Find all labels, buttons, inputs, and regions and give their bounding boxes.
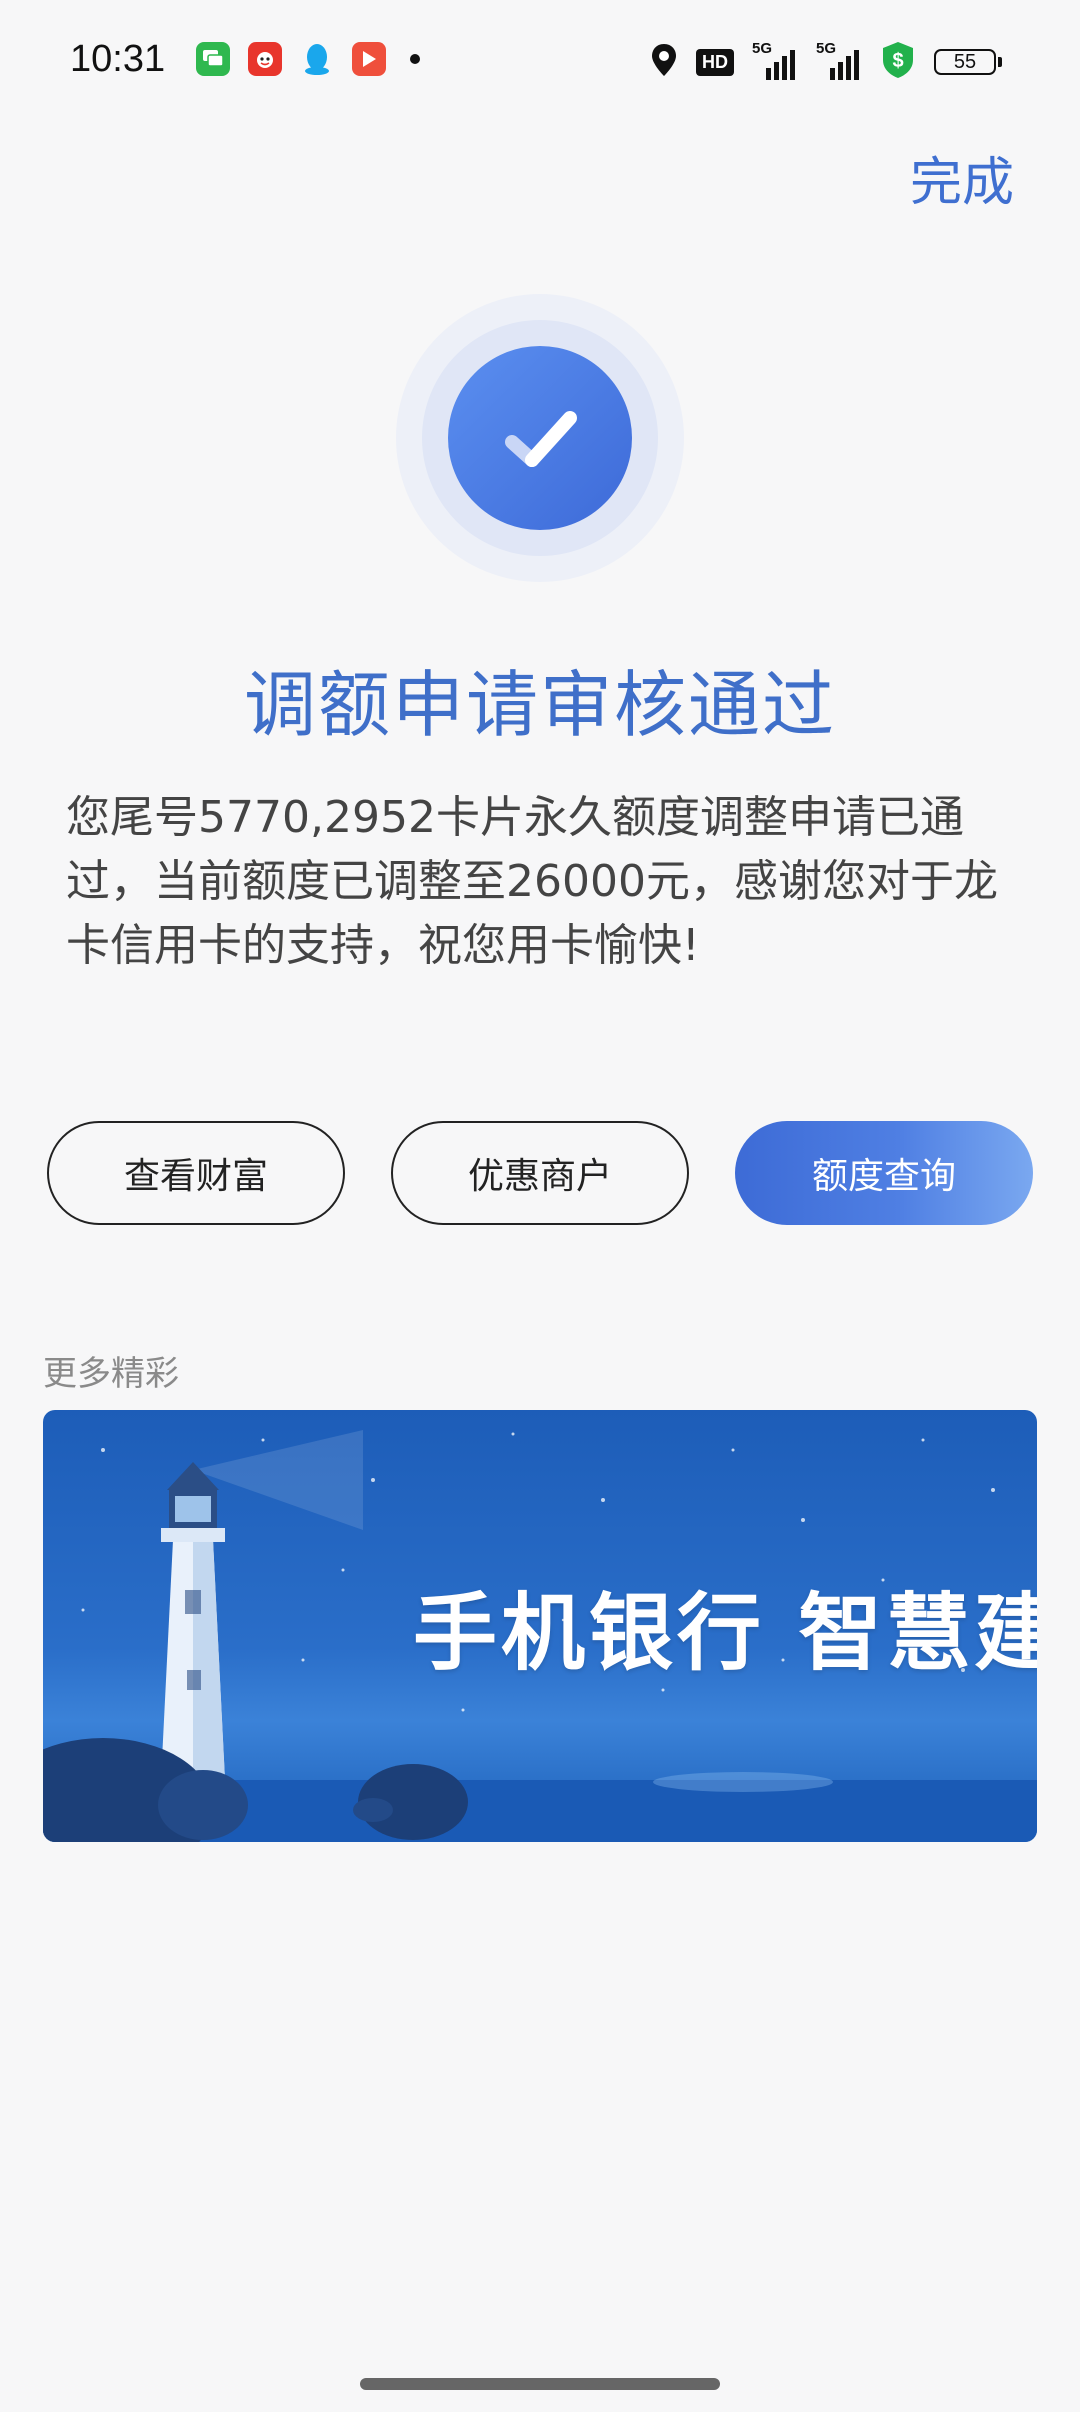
notification-icons: [196, 42, 420, 76]
more-section-title: 更多精彩: [43, 1354, 179, 1394]
promo-banner[interactable]: 手机银行 智慧建行: [43, 1410, 1037, 1842]
battery-level: 55: [934, 49, 996, 75]
battery-icon: 55: [934, 49, 1002, 75]
result-title: 调额申请审核通过: [243, 663, 836, 747]
signal-icon-1: 5G: [752, 40, 798, 80]
signal-icon-2: 5G: [816, 40, 862, 80]
status-time: 10:31: [70, 38, 166, 80]
qq-app-icon: [300, 42, 334, 76]
home-gesture-bar[interactable]: [360, 2378, 720, 2390]
svg-text:$: $: [892, 50, 903, 72]
success-check-icon: [396, 294, 684, 582]
chat-app-icon: [196, 42, 230, 76]
network-type-label: 5G: [752, 40, 773, 57]
view-wealth-button[interactable]: 查看财富: [47, 1121, 345, 1225]
banner-slogan: 手机银行 智慧建行: [413, 1584, 1037, 1682]
action-buttons: 查看财富 优惠商户 额度查询: [47, 1121, 1033, 1225]
system-icons: HD 5G 5G $ 55: [632, 40, 1002, 84]
network-type-label: 5G: [816, 40, 837, 57]
result-message: 您尾号5770,2952卡片永久额度调整申请已通过，当前额度已调整至26000元…: [66, 792, 998, 971]
location-icon: [650, 42, 678, 82]
more-notifications-dot: [410, 54, 420, 64]
video-app-icon: [352, 42, 386, 76]
security-shield-icon: $: [880, 40, 916, 84]
credit-limit-query-button[interactable]: 额度查询: [735, 1121, 1033, 1225]
status-bar: 10:31 HD 5G 5G $ 55: [0, 0, 1080, 124]
shopping-app-icon: [248, 42, 282, 76]
done-button[interactable]: 完成: [910, 140, 1014, 215]
discount-merchants-button[interactable]: 优惠商户: [391, 1121, 689, 1225]
hd-voice-icon: HD: [696, 48, 734, 76]
